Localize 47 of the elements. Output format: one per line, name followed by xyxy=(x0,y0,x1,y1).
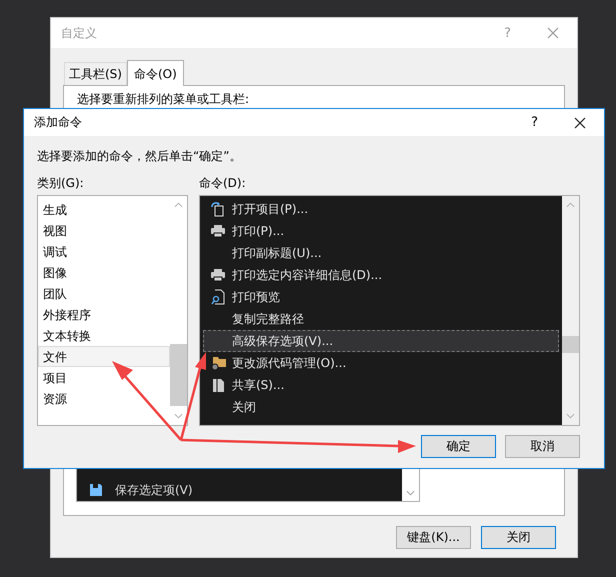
scroll-down-icon[interactable] xyxy=(174,413,183,419)
category-item[interactable]: 项目 xyxy=(38,367,170,388)
prompt-text: 选择要重新排列的菜单或工具栏: xyxy=(76,91,250,108)
command-item[interactable]: 打开项目(P)... xyxy=(203,198,559,220)
folder-gear-icon xyxy=(210,356,226,370)
command-item[interactable]: 高级保存选项(V)... xyxy=(203,330,559,352)
document-arrow-icon xyxy=(210,201,226,217)
tab[interactable]: 命令(O) xyxy=(126,60,184,86)
dialog-button[interactable]: 键盘(K)... xyxy=(396,526,471,549)
command-item[interactable]: 关闭 xyxy=(203,396,559,418)
category-item[interactable]: 视图 xyxy=(38,220,170,241)
command-item[interactable]: 共享(S)... xyxy=(203,374,559,396)
scroll-up-icon[interactable] xyxy=(174,202,183,208)
printer-icon xyxy=(210,268,226,282)
category-item[interactable]: 资源 xyxy=(38,388,170,409)
scroll-down-icon[interactable] xyxy=(406,490,415,496)
command-item[interactable]: 复制完整路径 xyxy=(203,308,559,330)
help-button[interactable]: ? xyxy=(517,115,552,130)
category-item[interactable]: 团队 xyxy=(38,283,170,304)
category-item[interactable]: 图像 xyxy=(38,262,170,283)
category-item[interactable]: 生成 xyxy=(38,199,170,220)
window-title: 自定义 xyxy=(61,24,98,42)
document-magnifier-icon xyxy=(211,289,225,305)
category-item[interactable]: 调试 xyxy=(38,241,170,262)
category-item[interactable]: 外接程序 xyxy=(38,304,170,325)
scroll-up-icon[interactable] xyxy=(566,202,575,208)
window-title: 添加命令 xyxy=(34,114,83,131)
commands-label: 命令(D): xyxy=(199,175,246,192)
command-item[interactable]: 打印预览 xyxy=(203,286,559,308)
tab[interactable]: 工具栏(S) xyxy=(64,62,127,85)
scroll-down-icon[interactable] xyxy=(566,413,575,419)
command-item[interactable]: 打印副标题(U)... xyxy=(203,242,559,264)
categories-label: 类别(G): xyxy=(37,175,85,192)
document-icon xyxy=(211,377,225,393)
dialog-button[interactable]: 关闭 xyxy=(481,526,556,549)
command-item[interactable]: 更改源代码管理(O)... xyxy=(203,352,559,374)
printer-icon xyxy=(210,224,226,238)
dialog-button[interactable]: 确定 xyxy=(421,435,496,458)
dialog-button[interactable]: 取消 xyxy=(505,435,580,458)
command-item[interactable]: 打印(P)... xyxy=(203,220,559,242)
category-item[interactable]: 文本转换 xyxy=(38,325,170,346)
category-item[interactable]: 文件 xyxy=(38,346,170,367)
scrollbar-thumb[interactable] xyxy=(170,344,187,406)
instruction-text: 选择要添加的命令，然后单击“确定”。 xyxy=(37,148,242,165)
scrollbar-thumb[interactable] xyxy=(562,336,579,353)
command-item[interactable]: 打印选定内容详细信息(D)... xyxy=(203,264,559,286)
close-icon[interactable] xyxy=(574,116,586,128)
